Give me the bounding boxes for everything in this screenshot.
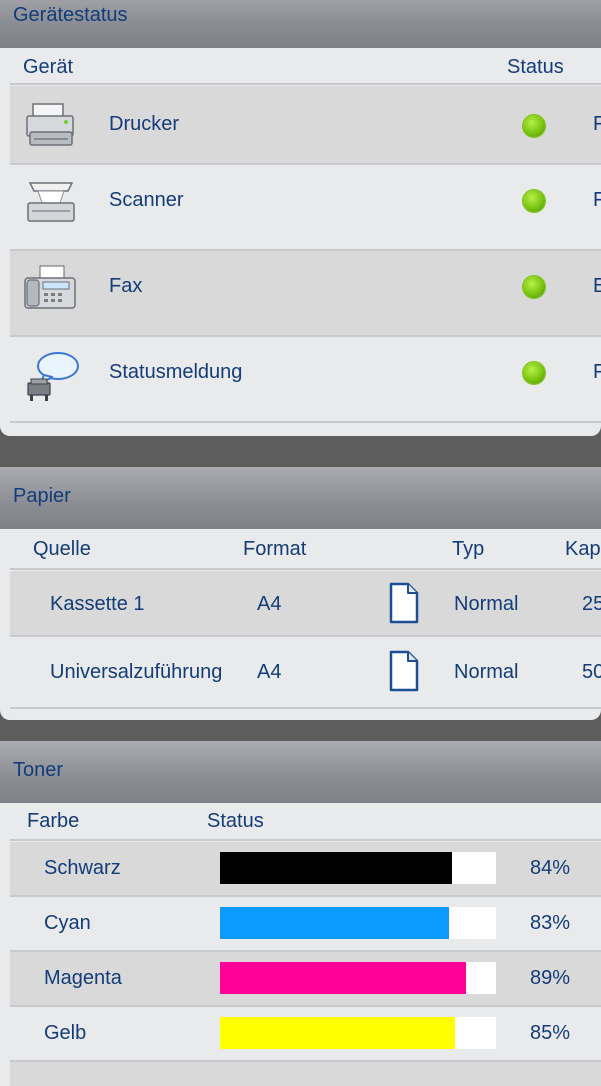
toner-percent: 84% <box>530 857 571 879</box>
paper-capacity: 50 <box>582 661 601 683</box>
device-row-fax[interactable]: Fax E <box>10 251 601 337</box>
toner-color-name: Magenta <box>44 967 122 989</box>
toner-level-bar <box>220 1017 496 1049</box>
toner-row-gelb[interactable]: Gelb 85% <box>10 1007 601 1062</box>
paper-type: Normal <box>454 661 519 683</box>
paper-capacity: 25 <box>582 593 601 615</box>
paper-row-cassette-1[interactable]: Kassette 1 A4 Normal 25 <box>10 571 601 637</box>
toner-header: Toner <box>0 741 601 803</box>
paper-title: Papier <box>13 485 71 507</box>
device-name: Statusmeldung <box>109 361 243 383</box>
toner-row-partial <box>10 1062 601 1086</box>
status-text: E <box>593 275 601 297</box>
toner-color-name: Schwarz <box>44 857 121 879</box>
toner-title: Toner <box>13 759 64 781</box>
status-text: F <box>593 361 601 383</box>
header-divider <box>10 568 601 570</box>
column-header-toner-status: Status <box>207 810 264 832</box>
device-status-panel: Gerätestatus Gerät Status Drucker F Scan… <box>0 0 601 436</box>
scanner-icon <box>27 182 75 222</box>
device-status-header: Gerätestatus <box>0 0 601 48</box>
toner-color-name: Cyan <box>44 912 91 934</box>
paper-sheet-icon <box>389 650 419 692</box>
toner-row-magenta[interactable]: Magenta 89% <box>10 952 601 1007</box>
paper-source: Universalzuführung <box>50 661 223 683</box>
header-divider <box>10 839 601 841</box>
toner-color-name: Gelb <box>44 1022 87 1044</box>
column-header-device: Gerät <box>23 56 74 78</box>
column-header-capacity: Kap <box>565 538 601 560</box>
paper-row-universal-feed[interactable]: Universalzuführung A4 Normal 50 <box>10 637 601 709</box>
paper-sheet-icon <box>389 582 419 624</box>
toner-level-fill <box>220 962 466 994</box>
status-indicator <box>523 276 545 298</box>
paper-panel: Papier Quelle Format Typ Kap Kassette 1 … <box>0 467 601 720</box>
printer-icon <box>26 103 74 146</box>
toner-level-fill <box>220 1017 455 1049</box>
device-row-status-message[interactable]: Statusmeldung F <box>10 337 601 423</box>
device-status-title: Gerätestatus <box>13 4 128 26</box>
header-divider <box>10 83 601 85</box>
device-name: Fax <box>109 275 143 297</box>
status-text: F <box>593 189 601 211</box>
paper-type: Normal <box>454 593 519 615</box>
toner-percent: 85% <box>530 1022 571 1044</box>
device-name: Drucker <box>109 113 180 135</box>
column-header-color: Farbe <box>27 810 80 832</box>
toner-level-bar <box>220 852 496 884</box>
status-indicator <box>523 362 545 384</box>
device-name: Scanner <box>109 189 184 211</box>
device-row-printer[interactable]: Drucker F <box>10 86 601 165</box>
toner-row-cyan[interactable]: Cyan 83% <box>10 897 601 952</box>
status-message-icon <box>27 352 79 401</box>
toner-level-bar <box>220 907 496 939</box>
toner-percent: 89% <box>530 967 571 989</box>
fax-icon <box>24 265 76 309</box>
device-row-scanner[interactable]: Scanner F <box>10 165 601 251</box>
paper-header: Papier <box>0 467 601 529</box>
toner-level-fill <box>220 852 452 884</box>
column-header-source: Quelle <box>33 538 91 560</box>
status-indicator <box>523 190 545 212</box>
paper-format: A4 <box>257 661 282 683</box>
column-header-format: Format <box>243 538 307 560</box>
toner-row-schwarz[interactable]: Schwarz 84% <box>10 842 601 897</box>
toner-level-fill <box>220 907 450 939</box>
toner-level-bar <box>220 962 496 994</box>
status-indicator <box>523 115 545 137</box>
toner-percent: 83% <box>530 912 571 934</box>
paper-format: A4 <box>257 593 282 615</box>
toner-panel: Toner Farbe Status Schwarz 84% Cyan 83% Mage… <box>0 741 601 1086</box>
status-text: F <box>593 113 601 135</box>
paper-source: Kassette 1 <box>50 593 145 615</box>
column-header-status: Status <box>507 56 564 78</box>
column-header-type: Typ <box>452 538 485 560</box>
